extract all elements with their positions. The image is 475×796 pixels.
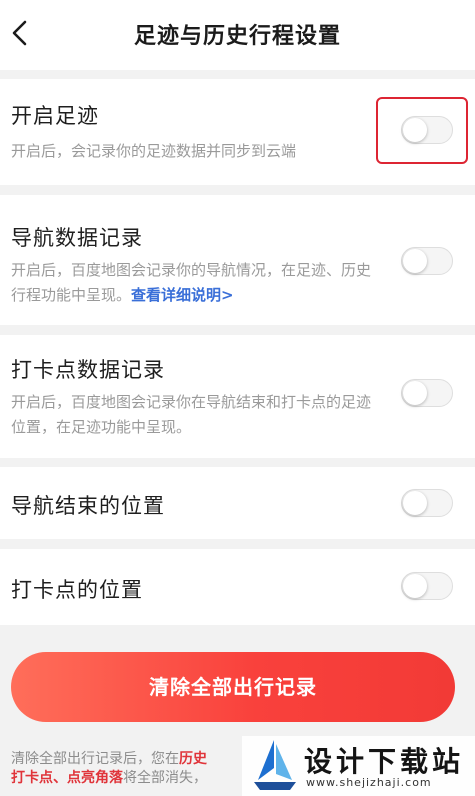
header-bar: 足迹与历史行程设置 [0,0,475,70]
watermark-title: 设计下载站 [304,745,465,778]
setting-checkin-location-title: 打卡点的位置 [11,578,143,602]
setting-navigation-record: 导航数据记录 开启后，百度地图会记录你的导航情况，在足迹、历史行程功能中呈现。查… [0,195,475,325]
setting-navigation-record-title: 导航数据记录 [11,226,143,250]
watermark: 设计下载站 www.shejizhaji.com [242,736,475,796]
nav-end-location-toggle[interactable] [401,489,453,517]
clear-all-records-button[interactable]: 清除全部出行记录 [11,652,455,722]
setting-checkin-location: 打卡点的位置 [0,549,475,625]
setting-footprint-desc: 开启后，会记录你的足迹数据并同步到云端 [11,142,297,160]
page-title: 足迹与历史行程设置 [133,24,341,49]
checkin-record-toggle[interactable] [401,379,453,407]
bottom-note: 清除全部出行记录后，您在历史 打卡点、点亮角落将全部消失， [11,751,207,786]
toggle-knob [403,574,427,598]
setting-navigation-record-desc: 开启后，百度地图会记录你的导航情况，在足迹、历史行程功能中呈现。查看详细说明> [11,261,372,304]
watermark-url: www.shejizhaji.com [306,776,432,789]
highlight-annotation-box [376,97,468,164]
setting-nav-end-location-title: 导航结束的位置 [11,494,165,518]
checkin-location-toggle[interactable] [401,572,453,600]
toggle-knob [403,491,427,515]
detail-link[interactable]: 查看详细说明> [131,286,234,304]
setting-footprint-title: 开启足迹 [11,104,99,128]
setting-checkin-record: 打卡点数据记录 开启后，百度地图会记录你在导航结束和打卡点的足迹位置，在足迹功能… [0,335,475,458]
setting-checkin-record-title: 打卡点数据记录 [11,358,165,382]
toggle-knob [403,249,427,273]
watermark-logo-icon [254,740,296,790]
setting-nav-end-location: 导航结束的位置 [0,467,475,539]
setting-checkin-record-desc: 开启后，百度地图会记录你在导航结束和打卡点的足迹位置，在足迹功能中呈现。 [11,393,372,436]
navigation-record-toggle[interactable] [401,247,453,275]
toggle-knob [403,381,427,405]
